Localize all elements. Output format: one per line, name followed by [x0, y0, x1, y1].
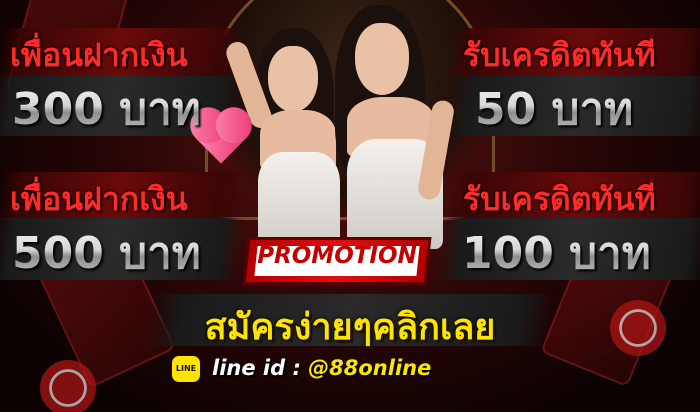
promotion-label: PROMOTION	[257, 243, 417, 269]
casino-chip-decoration	[40, 360, 96, 412]
line-app-icon: LINE	[172, 356, 200, 382]
promo-amount-left-top: 300 บาท	[12, 74, 201, 144]
line-handle: @88online	[308, 356, 432, 380]
line-id-text: line id : @88online	[212, 356, 431, 380]
model-right	[325, 5, 456, 250]
promo-amount-right-top: 50 บาท	[475, 74, 633, 144]
register-cta[interactable]: สมัครง่ายๆคลิกเลย	[150, 298, 550, 355]
line-id-label: line id :	[212, 356, 309, 380]
promo-amount-left-bottom: 500 บาท	[12, 218, 201, 288]
promo-banner: N E เพื่อนฝากเงิน 300 บาท รับเครดิตทันที…	[0, 0, 700, 412]
promo-amount-right-bottom: 100 บาท	[462, 218, 651, 288]
casino-chip-decoration	[610, 300, 666, 356]
